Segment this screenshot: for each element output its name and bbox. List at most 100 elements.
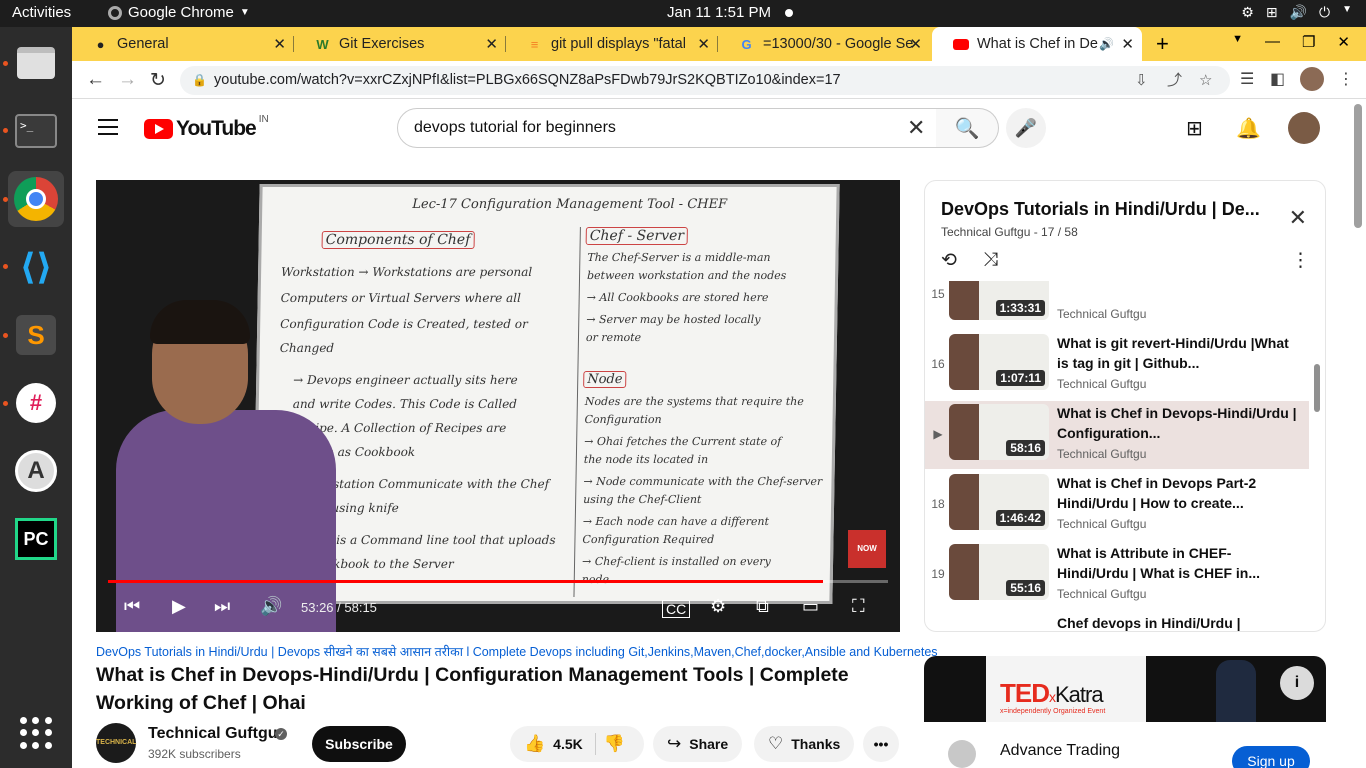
thumbs-down-icon[interactable]: 👎 — [604, 734, 625, 754]
profile-avatar[interactable] — [1300, 67, 1324, 91]
miniplayer-icon[interactable]: ⧉ — [756, 596, 769, 617]
bookmark-star-icon[interactable]: ☆ — [1199, 66, 1212, 95]
playlist-item[interactable]: Chef devops in Hindi/Urdu | — [925, 611, 1309, 631]
tab-search-chevron-icon[interactable]: ▼ — [1232, 33, 1243, 51]
playlist-item[interactable]: 19 55:16 What is Attribute in CHEF-Hindi/U… — [925, 541, 1309, 609]
create-video-icon[interactable]: ⊞ — [1186, 116, 1203, 141]
ad-banner[interactable]: TEDxKatra x=independently Organized Even… — [924, 656, 1326, 722]
playlist-item[interactable]: 15 1:33:31 Hindi | What is git reset,git..… — [925, 281, 1309, 329]
share-button[interactable]: ↪ Share — [653, 726, 743, 762]
close-icon[interactable]: ✕ — [273, 35, 286, 53]
chevron-down-icon[interactable]: ▼ — [1342, 4, 1352, 21]
playlist-scrollbar[interactable] — [1314, 364, 1320, 412]
volume-icon[interactable]: 🔊 — [260, 596, 282, 617]
chrome-app-icon[interactable] — [8, 171, 64, 227]
terminal-app-icon[interactable]: >_ — [8, 103, 64, 159]
playlist-item-title[interactable]: Chef devops in Hindi/Urdu | — [1057, 613, 1297, 631]
reload-icon[interactable]: ↻ — [150, 69, 166, 92]
show-apps-icon[interactable] — [20, 717, 52, 749]
subscribe-now-badge[interactable]: NOW — [848, 530, 886, 568]
activities-button[interactable]: Activities — [12, 4, 71, 21]
playlist-item-title[interactable]: What is Chef in Devops Part-2 Hindi/Urdu… — [1057, 473, 1297, 513]
network-icon[interactable]: ⊞ — [1266, 4, 1278, 21]
page-scrollbar[interactable] — [1354, 104, 1362, 228]
settings-tray-icon[interactable]: ⚙ — [1241, 4, 1254, 21]
system-tray[interactable]: ⚙ ⊞ 🔊 ⏻ ▼ — [1241, 4, 1352, 21]
channel-name[interactable]: Technical Guftgu — [148, 725, 277, 743]
clear-search-icon[interactable]: ✕ — [907, 115, 925, 141]
playlist-item-current[interactable]: ▶ 58:16 What is Chef in Devops-Hindi/Urdu … — [925, 401, 1309, 469]
search-button[interactable]: 🔍 — [936, 108, 999, 148]
voice-search-button[interactable]: 🎤 — [1006, 108, 1046, 148]
app-menu[interactable]: Google Chrome ▼ — [108, 4, 250, 21]
reading-list-icon[interactable]: ☰ — [1240, 69, 1254, 89]
video-thumbnail[interactable]: 55:16 — [949, 544, 1049, 600]
more-menu-icon[interactable]: ⋮ — [1338, 69, 1354, 89]
close-icon[interactable]: ✕ — [1121, 35, 1134, 53]
more-vertical-icon[interactable]: ⋮ — [1291, 249, 1310, 272]
playlist-item[interactable]: 18 1:46:42 What is Chef in Devops Part-2 H… — [925, 471, 1309, 539]
slack-app-icon[interactable]: # — [8, 375, 64, 431]
video-player[interactable]: Lec-17 Configuration Management Tool - C… — [96, 180, 900, 632]
search-input[interactable]: devops tutorial for beginners — [397, 108, 937, 148]
fullscreen-icon[interactable]: ⛶ — [852, 596, 865, 617]
close-icon[interactable]: ✕ — [1289, 205, 1307, 231]
playlist-title[interactable]: DevOps Tutorials in Hindi/Urdu | De... — [941, 199, 1281, 220]
tab-google-search[interactable]: G =13000/30 - Google Se ✕ — [718, 27, 930, 61]
info-icon[interactable]: i — [1280, 666, 1314, 700]
audio-playing-icon[interactable]: 🔊 — [1099, 37, 1114, 51]
software-center-icon[interactable]: A — [8, 443, 64, 499]
theater-mode-icon[interactable]: ▭ — [802, 596, 819, 617]
sublime-app-icon[interactable]: S — [8, 307, 64, 363]
tab-general[interactable]: ● General ✕ — [72, 27, 294, 61]
lock-icon[interactable]: 🔒 — [192, 66, 207, 95]
sign-up-button[interactable]: Sign up — [1232, 746, 1310, 768]
files-app-icon[interactable] — [8, 35, 64, 91]
ad-card[interactable]: TEDxKatra x=independently Organized Even… — [924, 656, 1326, 768]
close-icon[interactable]: ✕ — [909, 35, 922, 53]
playlist-item[interactable]: 16 1:07:11 What is git revert-Hindi/Urdu |… — [925, 331, 1309, 399]
forward-arrow-icon[interactable]: → — [118, 69, 137, 91]
playlist-subtitle[interactable]: Technical Guftgu - 17 / 58 — [941, 225, 1078, 239]
tab-git-exercises[interactable]: W Git Exercises ✕ — [294, 27, 506, 61]
previous-icon[interactable]: ⏮ — [124, 596, 140, 617]
subscribe-button[interactable]: Subscribe — [312, 726, 406, 762]
tab-youtube-active[interactable]: What is Chef in De 🔊 ✕ — [932, 27, 1142, 61]
loop-icon[interactable]: ⟲ — [941, 249, 957, 272]
vscode-app-icon[interactable]: ⟨⟩ — [8, 239, 64, 295]
close-icon[interactable]: ✕ — [485, 35, 498, 53]
address-bar[interactable]: 🔒 youtube.com/watch?v=xxrCZxjNPfI&list=P… — [180, 66, 1230, 95]
advertiser-title[interactable]: Advance Trading — [1000, 742, 1120, 760]
back-arrow-icon[interactable]: ← — [86, 69, 105, 91]
maximize-icon[interactable]: ❐ — [1302, 33, 1315, 51]
playlist-item-title[interactable]: What is Attribute in CHEF-Hindi/Urdu | W… — [1057, 543, 1297, 583]
settings-gear-icon[interactable]: ⚙ — [710, 596, 726, 617]
play-icon[interactable]: ▶ — [172, 596, 186, 617]
video-thumbnail[interactable]: 58:16 — [949, 404, 1049, 460]
channel-avatar[interactable]: TECHNICAL GUFTGU — [96, 723, 136, 763]
next-icon[interactable]: ⏭ — [214, 596, 230, 617]
thanks-button[interactable]: ♡ Thanks — [754, 726, 855, 762]
more-actions-button[interactable]: ••• — [863, 726, 899, 762]
playlist-item-title[interactable]: What is Chef in Devops-Hindi/Urdu | Conf… — [1057, 403, 1297, 443]
like-count[interactable]: 4.5K — [553, 736, 583, 752]
volume-icon[interactable]: 🔊 — [1290, 4, 1307, 21]
window-close-icon[interactable]: ✕ — [1337, 33, 1350, 51]
playlist-item-title[interactable]: What is git revert-Hindi/Urdu |What is t… — [1057, 333, 1297, 373]
notifications-bell-icon[interactable]: 🔔 — [1236, 116, 1261, 141]
hamburger-menu-icon[interactable] — [98, 119, 118, 135]
pycharm-app-icon[interactable]: PC — [8, 511, 64, 567]
url-text[interactable]: youtube.com/watch?v=xxrCZxjNPfI&list=PLB… — [214, 72, 841, 88]
advertiser-avatar[interactable] — [948, 740, 976, 768]
side-panel-icon[interactable]: ◧ — [1270, 69, 1285, 89]
playlist-link[interactable]: DevOps Tutorials in Hindi/Urdu | Devops … — [96, 643, 938, 660]
power-icon[interactable]: ⏻ — [1319, 4, 1330, 21]
captions-icon[interactable]: CC — [662, 600, 691, 618]
clock[interactable]: Jan 11 1:51 PM — [667, 4, 771, 21]
video-thumbnail[interactable]: 1:46:42 — [949, 474, 1049, 530]
video-thumbnail[interactable]: 1:33:31 — [949, 281, 1049, 320]
tab-git-pull[interactable]: ≡ git pull displays "fatal ✕ — [506, 27, 718, 61]
new-tab-plus-icon[interactable]: + — [1156, 31, 1169, 57]
thumbs-up-icon[interactable]: 👍 — [524, 734, 545, 754]
playlist-item-title[interactable]: Hindi | What is git reset,git... — [1057, 281, 1297, 283]
